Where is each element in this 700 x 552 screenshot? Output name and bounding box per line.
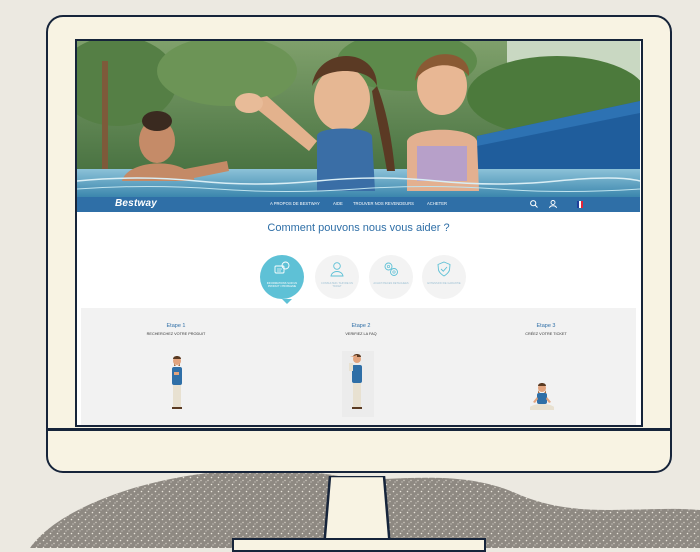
top-navbar: Bestway A PROPOS DE BESTWAY AIDE TROUVER… [77,197,640,212]
bestway-logo[interactable]: Bestway [115,198,157,209]
hero-image [77,41,640,197]
step-1-title: Etape 1 [166,323,186,329]
nav-link-buy[interactable]: ACHETER [427,201,447,206]
category-product-info[interactable]: INFORMATIONS SUR UN PRODUIT / PROBLEME [260,255,304,299]
step-1-subtitle: RECHERCHEZ VOTRE PRODUIT [146,332,206,336]
nav-link-dealers[interactable]: TROUVER NOS REVENDEURS [353,201,414,206]
category-label: ACHAT PIECES DETACHEES [373,282,409,285]
user-icon [330,262,344,277]
category-warranty[interactable]: EXTENSION DE GARANTIE [422,255,466,299]
steps-panel: Etape 1 RECHERCHEZ VOTRE PRODUIT Etape 2… [81,308,636,425]
monitor-chin-divider [46,428,672,431]
france-flag-icon[interactable] [577,200,583,208]
man-thinking-illustration [172,356,182,409]
shield-check-icon [437,261,451,277]
man-meditating-illustration [530,383,554,410]
category-ticket-tracking[interactable]: CONSULTER / SUIVRE UN TICKET [315,255,359,299]
browser-screen: Bestway A PROPOS DE BESTWAY AIDE TROUVER… [75,39,643,427]
step-3-title: Etape 3 [536,323,556,329]
nav-link-about[interactable]: A PROPOS DE BESTWAY [270,201,320,206]
active-category-pointer [282,299,292,304]
user-icon[interactable] [548,199,558,209]
category-label: INFORMATIONS SUR UN PRODUIT / PROBLEME [266,282,298,289]
category-label: CONSULTER / SUIVRE UN TICKET [320,282,354,289]
step-2-title: Etape 2 [351,323,371,329]
nav-link-help[interactable]: AIDE [333,201,343,206]
man-searching-illustration [342,351,374,417]
page-heading: Comment pouvons nous vous aider ? [267,222,450,234]
step-2-subtitle: VERIFIEZ LA FAQ [345,332,377,336]
category-label: EXTENSION DE GARANTIE [427,282,461,285]
search-icon[interactable] [529,199,539,209]
step-3-subtitle: CRÉEZ VOTRE TICKET [525,332,567,336]
spare-parts-icon [384,262,398,276]
monitor-stand-base [232,538,486,552]
chat-bubble-icon [274,261,290,274]
category-spare-parts[interactable]: ACHAT PIECES DETACHEES [369,255,413,299]
